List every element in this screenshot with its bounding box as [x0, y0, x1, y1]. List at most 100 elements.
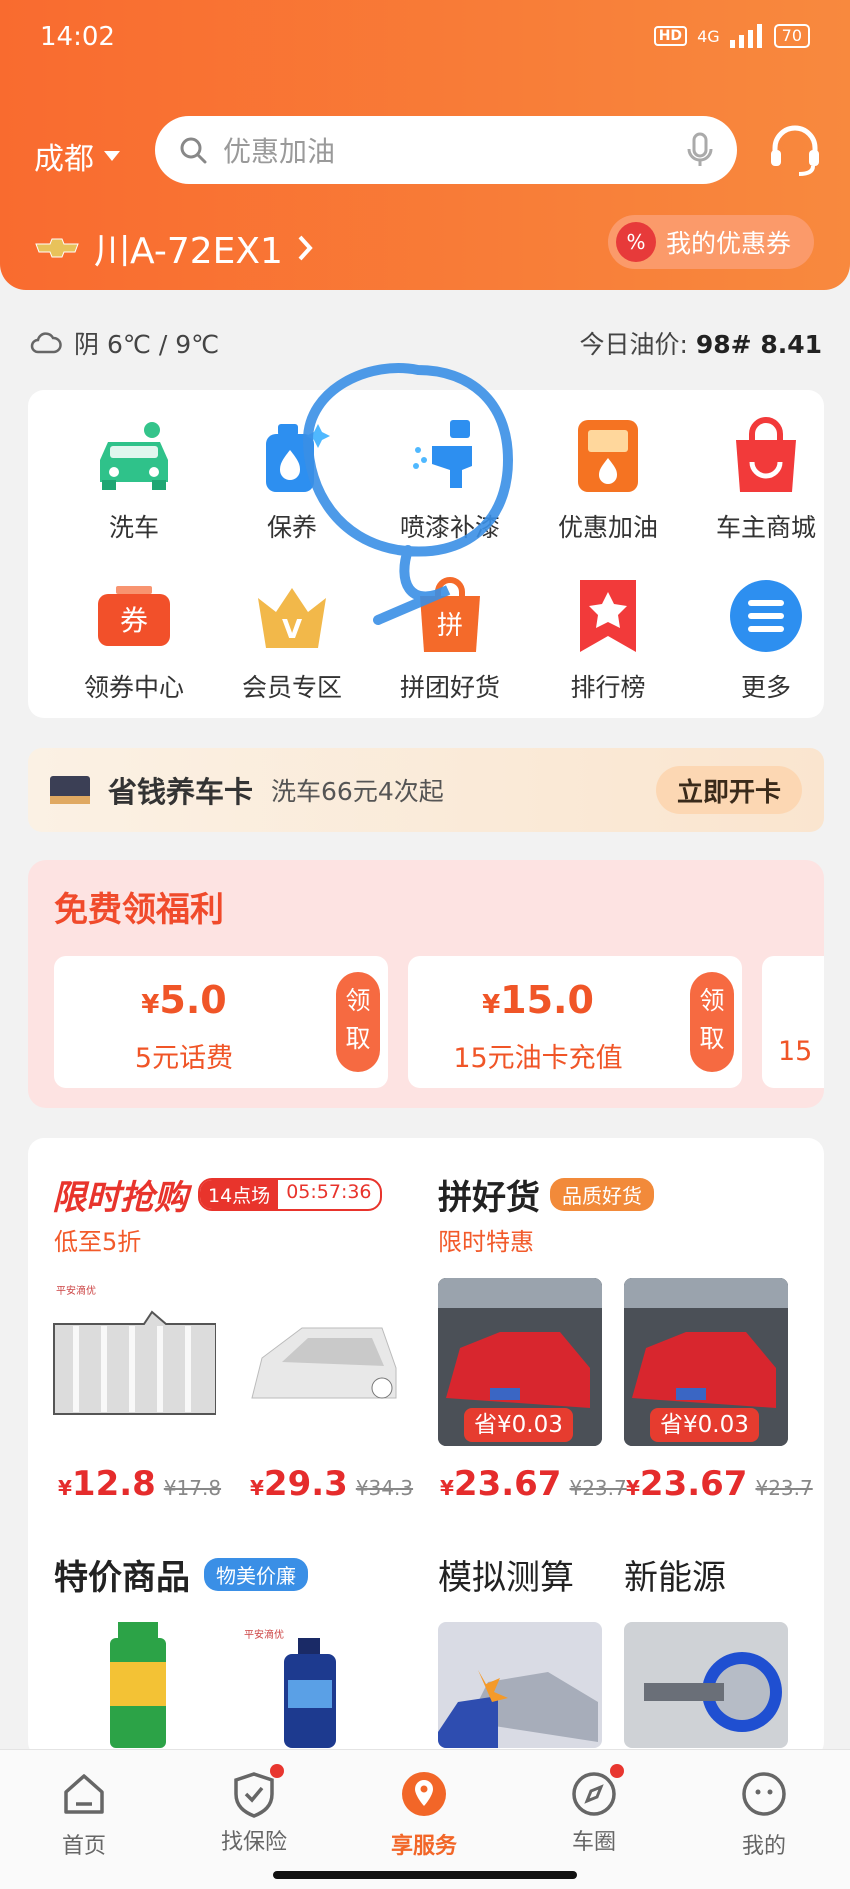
claim-button[interactable]: 领取: [336, 972, 380, 1072]
product-car-wash[interactable]: 省¥0.03: [624, 1278, 788, 1446]
service-label: 优惠加油: [557, 513, 658, 542]
tab-profile[interactable]: 我的: [704, 1770, 824, 1860]
savings-card-desc: 洗车66元4次起: [271, 777, 444, 806]
brand-label: 平安滴优: [56, 1286, 96, 1297]
product-car-wash[interactable]: 省¥0.03: [438, 1278, 602, 1446]
crash-car-image: [438, 1670, 598, 1748]
search-icon: [180, 137, 207, 164]
battery-indicator: 70: [773, 24, 810, 48]
product-price: ¥23.67 ¥23.7: [440, 1464, 627, 1504]
tab-insurance-icon-wrap: [230, 1764, 284, 1818]
simulate-title: 模拟测算: [438, 1558, 574, 1598]
car-brand-logo: [35, 238, 79, 258]
product-sunshade[interactable]: 平安滴优: [52, 1278, 216, 1446]
new-energy-header[interactable]: 新能源: [624, 1550, 726, 1599]
product-cleaner[interactable]: 平安滴优: [238, 1622, 388, 1748]
specials-tag: 物美价廉: [204, 1558, 308, 1591]
savings-card-banner[interactable]: 省钱养车卡 洗车66元4次起 立即开卡: [28, 748, 824, 832]
session-label: 14点场: [200, 1180, 279, 1209]
service-coupon-center[interactable]: 券 领券中心: [64, 576, 204, 704]
vehicle-selector[interactable]: 川A-72EX1: [34, 222, 313, 274]
search-bar[interactable]: 优惠加油: [155, 116, 737, 184]
tab-insurance[interactable]: 找保险: [194, 1764, 314, 1856]
tab-car-circle-icon-wrap: [570, 1764, 624, 1818]
new-energy-image[interactable]: [624, 1622, 788, 1748]
coupon-icon: %: [616, 222, 656, 262]
status-time: 14:02: [40, 22, 115, 52]
notification-dot: [610, 1764, 624, 1778]
home-indicator[interactable]: [273, 1871, 577, 1879]
savings-card-title: 省钱养车卡: [108, 775, 254, 809]
shopping-section: 限时抢购 14点场 05:57:36 低至5折 平安滴优 ¥12.8 ¥17.8 …: [28, 1138, 824, 1758]
flash-sale-title: 限时抢购: [52, 1178, 188, 1218]
card-icon: [50, 776, 90, 804]
product-spray-can[interactable]: [88, 1622, 198, 1748]
more-icon: [730, 580, 802, 652]
specials-title: 特价商品: [54, 1558, 190, 1598]
tab-label: 我的: [741, 1834, 786, 1859]
my-coupons-button[interactable]: % 我的优惠券: [608, 215, 814, 269]
weather-text: 阴 6℃ / 9℃: [74, 330, 220, 359]
search-placeholder: 优惠加油: [223, 135, 336, 168]
service-car-wash[interactable]: 洗车: [64, 416, 204, 544]
coupon-icon: 券: [98, 586, 170, 646]
service-more[interactable]: 更多: [696, 576, 836, 704]
microphone-icon[interactable]: [687, 132, 713, 168]
service-label: 领券中心: [83, 673, 184, 702]
open-card-button[interactable]: 立即开卡: [656, 766, 802, 814]
benefit-name: 15元油卡充值: [453, 1043, 623, 1074]
service-mall[interactable]: 车主商城: [696, 416, 836, 544]
tab-car-circle[interactable]: 车圈: [534, 1764, 654, 1856]
service-label: 排行榜: [570, 673, 646, 702]
benefit-card[interactable]: ¥5.0 5元话费 领取: [54, 956, 388, 1088]
ev-charger-image: [644, 1652, 782, 1732]
service-fuel[interactable]: 优惠加油: [538, 416, 678, 544]
benefit-name: 5元话费: [134, 1043, 234, 1074]
product-price: ¥12.8 ¥17.8: [58, 1464, 222, 1504]
car-wash-icon: [100, 422, 168, 490]
simulate-image[interactable]: [438, 1622, 602, 1748]
spray-can-image: [110, 1622, 166, 1748]
cloud-icon: [30, 332, 62, 354]
header: 14:02 HD 4G 70 成都 优惠加油 川A-72EX1 % 我的优惠券: [0, 0, 850, 290]
countdown: 05:57:36: [286, 1181, 372, 1203]
status-icons: HD 4G 70: [653, 24, 810, 48]
product-car-cover[interactable]: [242, 1278, 406, 1446]
group-goods-subtitle: 限时特惠: [438, 1228, 534, 1256]
notification-dot: [270, 1764, 284, 1778]
free-benefits-section: 免费领福利 ¥5.0 5元话费 领取 ¥15.0 15元油卡充值 领取 15: [28, 860, 824, 1108]
headset-icon[interactable]: [765, 120, 825, 180]
service-ranking[interactable]: 排行榜: [538, 576, 678, 704]
tab-home[interactable]: 首页: [24, 1770, 144, 1860]
oil-price-label: 今日油价:: [579, 330, 688, 359]
license-plate: 川A-72EX1: [94, 231, 283, 272]
benefit-amount: ¥15.0: [482, 978, 594, 1022]
specials-header[interactable]: 特价商品 物美价廉: [54, 1550, 308, 1599]
network-label: 4G: [697, 26, 720, 46]
car-cover-image: [251, 1327, 397, 1399]
location-pin-icon: [402, 1772, 446, 1816]
service-label: 洗车: [108, 513, 159, 542]
benefit-card[interactable]: ¥15.0 15元油卡充值 领取: [408, 956, 742, 1088]
product-price: ¥23.67 ¥23.7: [626, 1464, 813, 1504]
oil-price: 今日油价: 98# 8.41: [579, 325, 822, 361]
service-label: 会员专区: [241, 673, 342, 702]
flash-sale-header[interactable]: 限时抢购 14点场 05:57:36: [52, 1170, 382, 1219]
simulate-header[interactable]: 模拟测算: [438, 1550, 574, 1599]
tab-label: 享服务: [390, 1834, 457, 1859]
shopping-bag-icon: [736, 417, 796, 492]
tab-label: 车圈: [571, 1830, 616, 1855]
new-energy-title: 新能源: [624, 1558, 726, 1598]
tab-services[interactable]: 享服务: [364, 1770, 484, 1860]
sunshade-image: [53, 1310, 216, 1415]
group-goods-header[interactable]: 拼好货 品质好货: [438, 1170, 654, 1219]
claim-button[interactable]: 领取: [690, 972, 734, 1072]
service-label: 车主商城: [715, 513, 816, 542]
flash-sale-subtitle: 低至5折: [54, 1228, 142, 1256]
compass-icon: [572, 1772, 616, 1816]
group-goods-tag: 品质好货: [550, 1178, 654, 1211]
benefit-card[interactable]: 15: [762, 956, 824, 1088]
city-selector[interactable]: 成都: [34, 134, 120, 178]
service-label: 拼团好货: [399, 673, 500, 702]
ranking-icon: [580, 580, 636, 652]
